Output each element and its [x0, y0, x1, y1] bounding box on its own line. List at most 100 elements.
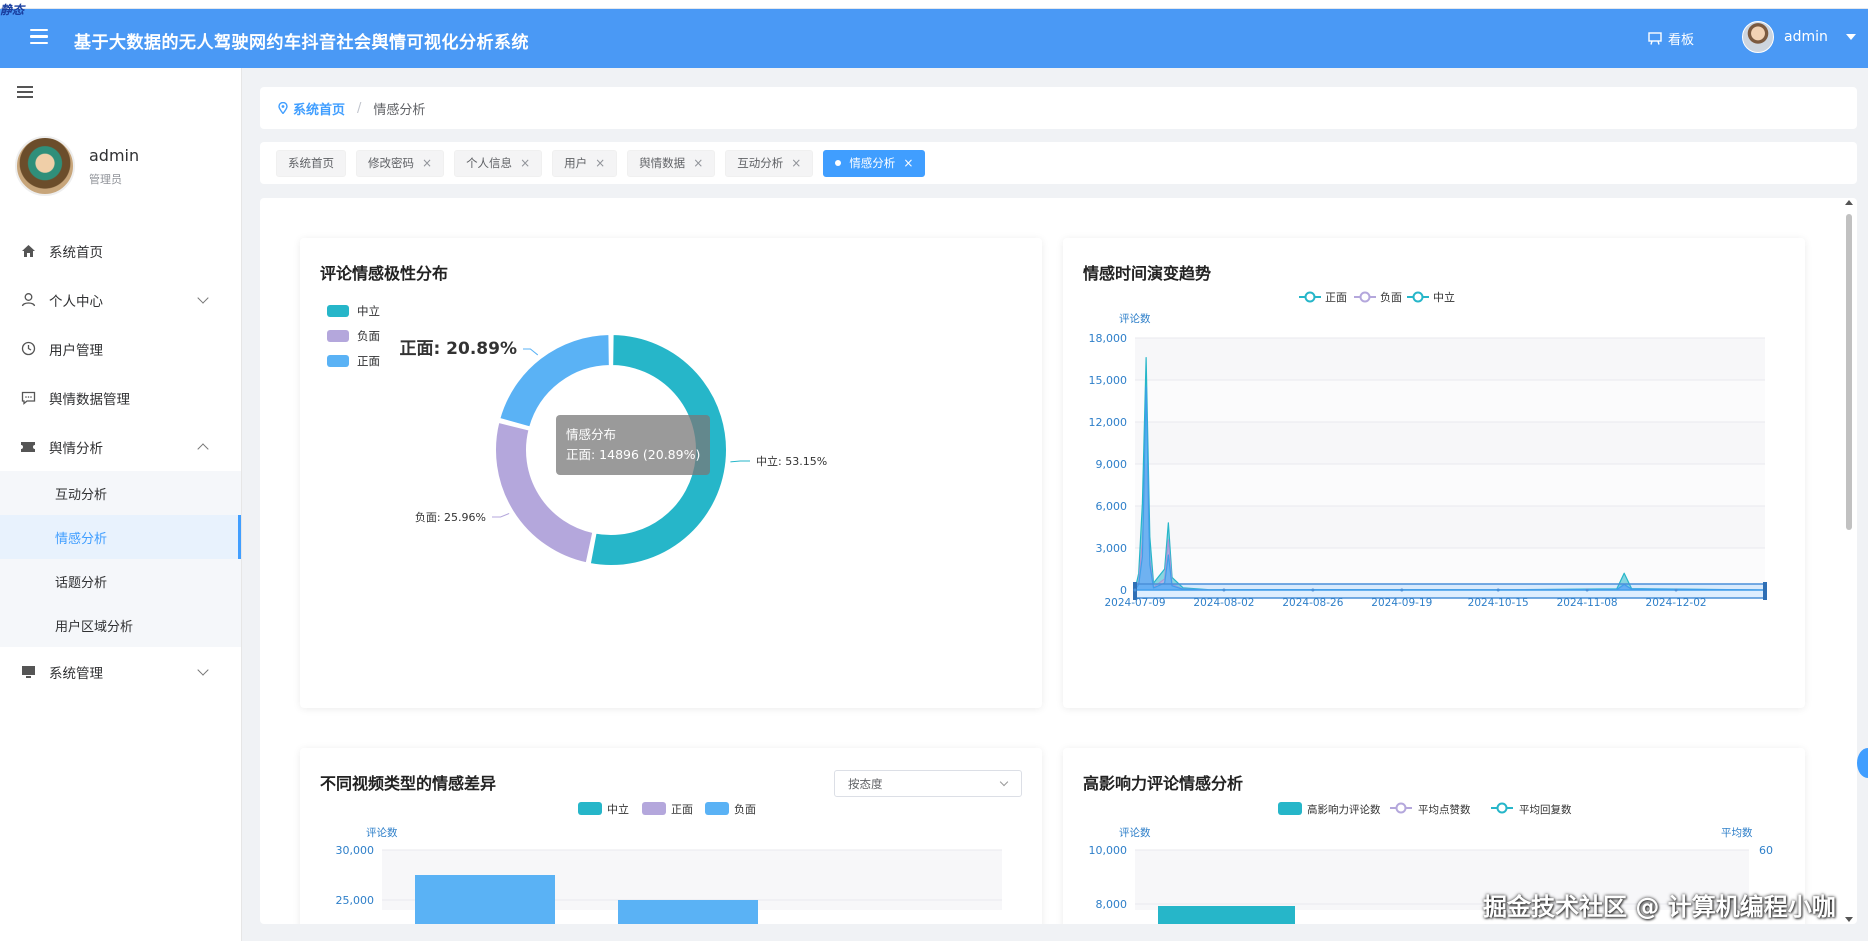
- sidebar-item-home[interactable]: 系统首页: [0, 226, 241, 275]
- y-axis-title: 评论数: [366, 826, 398, 839]
- breadcrumb-separator: /: [357, 100, 362, 116]
- legend-swatch-负面: [705, 802, 729, 815]
- sidebar-submenu: 互动分析 情感分析 话题分析 用户区域分析: [0, 471, 241, 647]
- y-tick-label: 30,000: [336, 844, 375, 857]
- menu-toggle-icon[interactable]: [30, 29, 48, 45]
- sentiment-trend-card: 情感时间演变趋势 正面 负面 中立 评论数 0 3,000 6,000 9,000 12,000…: [1063, 238, 1805, 708]
- video-type-sentiment-card: 不同视频类型的情感差异 按态度 中立 正面 负面 评论数 30,000 25,000: [300, 748, 1042, 924]
- chevron-down-icon: [197, 664, 209, 676]
- close-icon[interactable]: ×: [422, 156, 432, 170]
- grid-band: [1135, 464, 1765, 506]
- x-tick-dot: [1674, 588, 1678, 592]
- sidebar-nav: 系统首页 个人中心 用户管理 舆情数据管理 舆情分析 互动分析 情感分析 话题分…: [0, 226, 241, 696]
- close-icon[interactable]: ×: [595, 156, 605, 170]
- monitor-icon: [20, 664, 36, 680]
- legend-label: 高影响力评论数: [1307, 803, 1381, 816]
- legend-label: 平均点赞数: [1418, 803, 1471, 816]
- legend-label-中立: 中立: [607, 802, 629, 816]
- x-tick-dot: [1133, 588, 1137, 592]
- legend-label: 平均回复数: [1519, 803, 1572, 816]
- sidebar-item-label: 个人中心: [49, 293, 103, 310]
- grid-band: [1135, 380, 1765, 422]
- tag-label: 用户: [564, 156, 588, 170]
- y-tick-label: 25,000: [336, 894, 375, 907]
- tag-opinion-data[interactable]: 舆情数据 ×: [627, 149, 716, 177]
- x-tick-dot: [1311, 588, 1315, 592]
- sidebar: admin 管理员 系统首页 个人中心 用户管理 舆情数据管理 舆情分析 互动分…: [0, 68, 242, 941]
- sidebar-item-label: 舆情数据管理: [49, 391, 130, 408]
- chat-icon: [20, 390, 36, 406]
- window-top-strip: [0, 0, 1868, 9]
- sidebar-subitem-region[interactable]: 用户区域分析: [0, 603, 241, 647]
- bar: [618, 900, 758, 924]
- y-tick-label: 10,000: [1089, 844, 1128, 857]
- tag-change-password[interactable]: 修改密码 ×: [356, 149, 445, 177]
- zoom-slider: [1134, 583, 1766, 599]
- scroll-up-icon[interactable]: [1845, 200, 1853, 205]
- x-tick-label: 2024-07-09: [1104, 597, 1165, 609]
- sidebar-item-opinion-analysis[interactable]: 舆情分析: [0, 422, 241, 471]
- tag-users[interactable]: 用户 ×: [552, 149, 618, 177]
- legend-label-负面: 负面: [734, 802, 756, 816]
- y-axis-title-right: 平均数: [1721, 826, 1753, 839]
- tags-view: 系统首页 修改密码 × 个人信息 × 用户 × 舆情数据 × 互动分析 × 情感分析 ×: [260, 142, 1857, 184]
- y-right-tick-label: 60: [1759, 844, 1773, 857]
- sidebar-item-system-management[interactable]: 系统管理: [0, 647, 241, 696]
- breadcrumb-home[interactable]: 系统首页: [278, 99, 345, 118]
- x-tick-label: 2024-09-19: [1371, 597, 1432, 609]
- x-tick-dot: [1400, 588, 1404, 592]
- sidebar-item-personal-center[interactable]: 个人中心: [0, 275, 241, 324]
- x-tick-label: 2024-08-02: [1193, 597, 1254, 609]
- user-menu[interactable]: admin: [1742, 21, 1856, 53]
- sidebar-collapse-icon[interactable]: [17, 86, 33, 98]
- tag-sentiment-analysis[interactable]: 情感分析 ×: [823, 149, 926, 177]
- legend-marker-正面: [1304, 291, 1316, 303]
- sidebar-subitem-interaction[interactable]: 互动分析: [0, 471, 241, 515]
- close-icon[interactable]: ×: [520, 156, 530, 170]
- breadcrumb: 系统首页 / 情感分析: [260, 87, 1857, 129]
- y-tick-label: 3,000: [1096, 542, 1128, 555]
- caret-down-icon: [1845, 34, 1856, 40]
- sidebar-item-user-management[interactable]: 用户管理: [0, 324, 241, 373]
- sentiment-polarity-card: 评论情感极性分布 中立 负面 正面 中立: 53.15% 负面: 25.96% 正面…: [300, 238, 1042, 708]
- legend-label-中立: 中立: [1433, 290, 1455, 304]
- sidebar-item-label: 用户管理: [49, 342, 103, 359]
- x-tick-dot: [1496, 588, 1500, 592]
- home-icon: [20, 243, 36, 259]
- scroll-down-icon[interactable]: [1845, 917, 1853, 922]
- floating-settings-button[interactable]: [1857, 748, 1868, 778]
- sidebar-profile: admin 管理员: [15, 136, 139, 196]
- scrollbar-thumb[interactable]: [1846, 214, 1852, 530]
- chevron-down-icon: [197, 292, 209, 304]
- app-title: 基于大数据的无人驾驶网约车抖音社会舆情可视化分析系统: [74, 33, 529, 53]
- sidebar-item-opinion-data[interactable]: 舆情数据管理: [0, 373, 241, 422]
- location-pin-icon: [278, 102, 288, 114]
- chart-tooltip: 情感分布 正面: 14896 (20.89%): [556, 415, 711, 475]
- pie-label: 正面: 20.89%: [399, 339, 517, 359]
- close-icon[interactable]: ×: [693, 156, 703, 170]
- close-icon[interactable]: ×: [791, 156, 801, 170]
- y-tick-label: 0: [1120, 584, 1127, 597]
- x-tick-label: 2024-10-15: [1468, 597, 1529, 609]
- sidebar-item-label: 舆情分析: [49, 440, 103, 457]
- video-type-chart: 中立 正面 负面评论数 30,000 25,000: [336, 802, 1002, 924]
- watermark: 掘金技术社区 @ 计算机编程小咖: [1483, 893, 1836, 921]
- y-tick-label: 8,000: [1096, 898, 1128, 911]
- clock-icon: [20, 341, 36, 357]
- kanban-button[interactable]: 看板: [1648, 29, 1694, 48]
- content-scrollbar[interactable]: [1845, 200, 1853, 922]
- y-axis-title: 评论数: [1119, 826, 1151, 839]
- legend-marker-负面: [1359, 291, 1371, 303]
- tag-personal-info[interactable]: 个人信息 ×: [454, 149, 543, 177]
- zoom-handle-right: [1763, 582, 1767, 600]
- sidebar-subitem-topic[interactable]: 话题分析: [0, 559, 241, 603]
- user-icon: [20, 292, 36, 308]
- sidebar-subitem-sentiment[interactable]: 情感分析: [0, 515, 241, 559]
- close-icon[interactable]: ×: [903, 156, 913, 170]
- tag-interaction-analysis[interactable]: 互动分析 ×: [725, 149, 814, 177]
- legend-marker: [1395, 802, 1407, 814]
- kanban-label: 看板: [1668, 33, 1695, 48]
- header-username: admin: [1784, 29, 1828, 45]
- pie-label: 中立: 53.15%: [756, 454, 827, 468]
- tag-home[interactable]: 系统首页: [276, 149, 346, 177]
